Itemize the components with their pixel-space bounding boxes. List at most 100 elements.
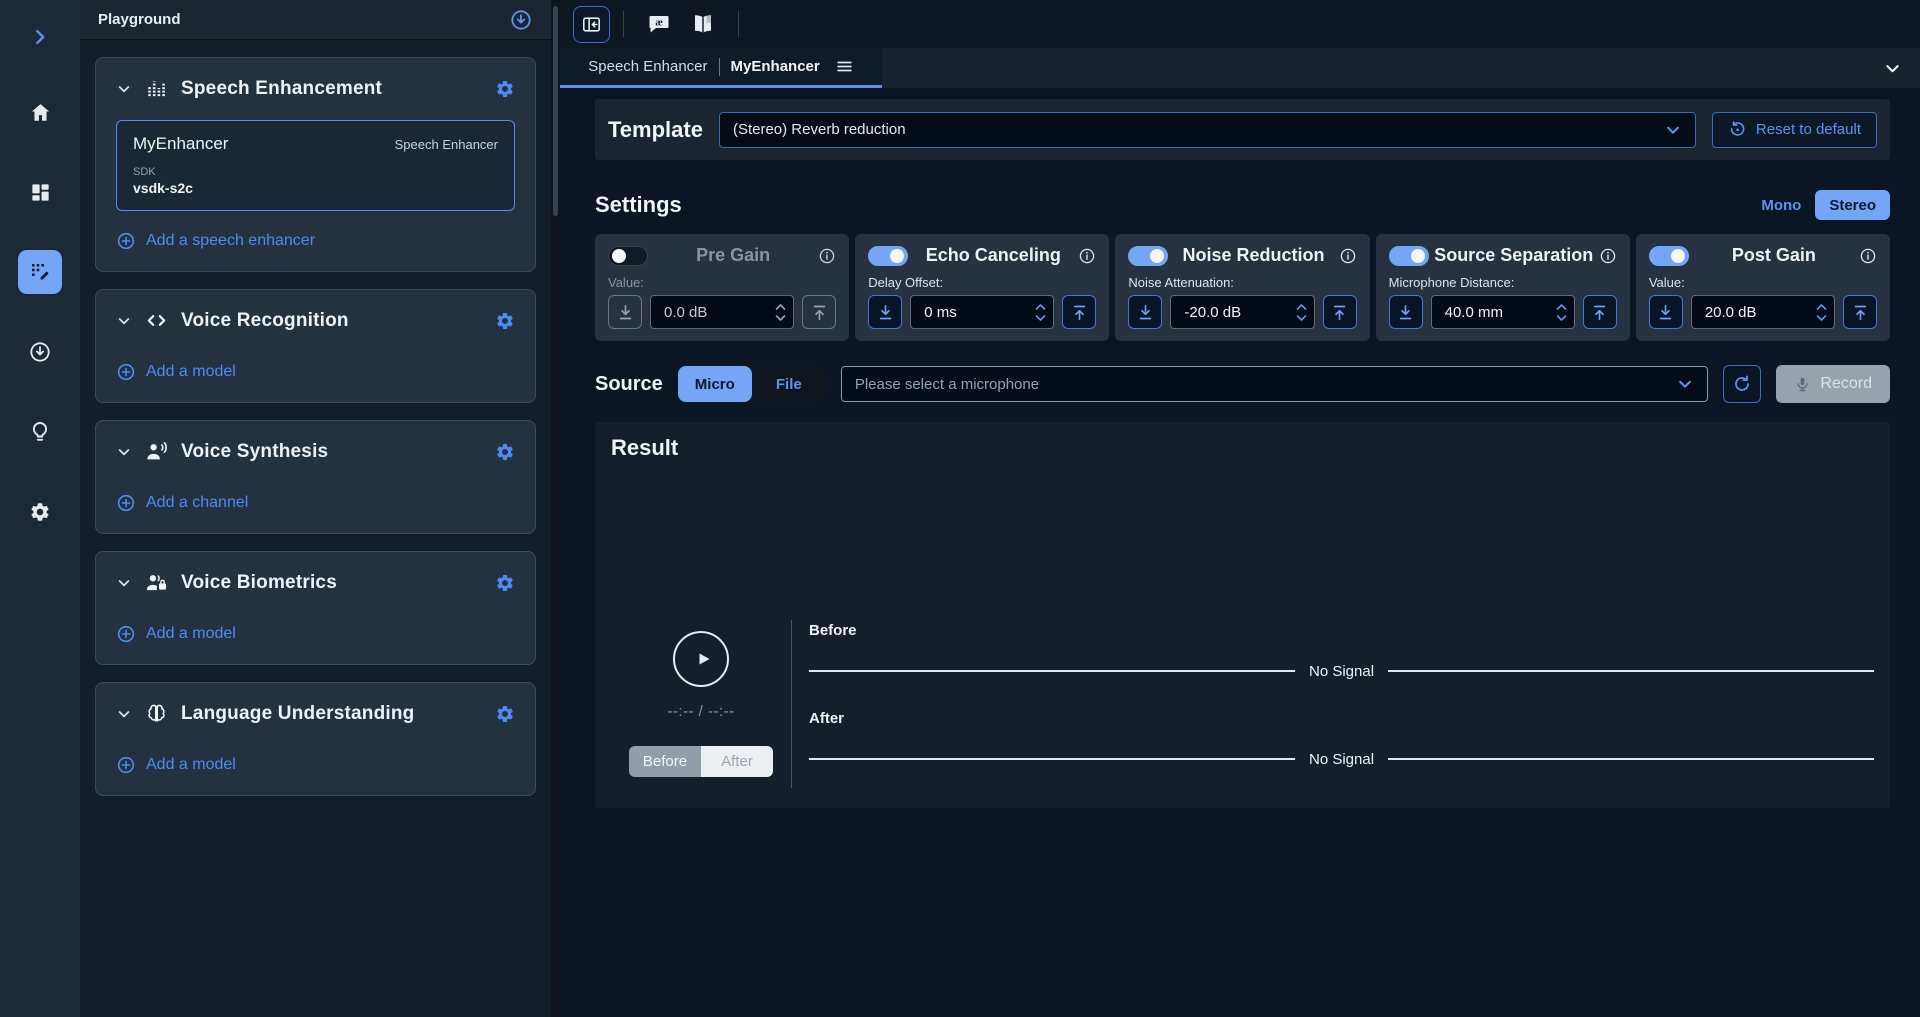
file-mode-button[interactable]: File: [752, 366, 826, 402]
tabbar-chevron-down-icon[interactable]: [1883, 59, 1902, 78]
info-icon[interactable]: [1599, 247, 1617, 265]
set-min-button[interactable]: [1128, 295, 1162, 329]
rail-item-downloads[interactable]: [18, 330, 62, 374]
add-model-button[interactable]: Add a model: [96, 739, 535, 795]
info-icon[interactable]: [1078, 247, 1096, 265]
playback-time: --:-- / --:--: [667, 703, 734, 720]
microphone-select[interactable]: Please select a microphone: [841, 366, 1709, 402]
info-icon[interactable]: [1339, 247, 1357, 265]
panel-scrollbar[interactable]: [551, 0, 560, 1017]
collapse-panel-button[interactable]: [573, 6, 610, 43]
stepper-down-icon[interactable]: [1555, 314, 1568, 323]
value-input[interactable]: 0.0 dB: [650, 295, 794, 329]
toggle-knob: [890, 249, 904, 263]
value-text: 40.0 mm: [1445, 304, 1555, 321]
section-title: Voice Synthesis: [181, 441, 482, 463]
add-channel-button[interactable]: Add a channel: [96, 477, 535, 533]
card-title: Pre Gain: [648, 245, 818, 266]
template-row: Template (Stereo) Reverb reduction Reset…: [595, 99, 1890, 160]
set-max-button[interactable]: [802, 295, 836, 329]
rail-item-settings[interactable]: [18, 490, 62, 534]
add-action-label: Add a model: [146, 756, 236, 774]
value-input[interactable]: 0 ms: [910, 295, 1054, 329]
value-text: 0.0 dB: [664, 304, 774, 321]
stepper-down-icon[interactable]: [1815, 314, 1828, 323]
tab-myenhancer[interactable]: Speech Enhancer MyEnhancer: [560, 48, 882, 88]
app-root: Playground Speech Enhancement MyEnhancer…: [0, 0, 1920, 1017]
section-gear-icon[interactable]: [495, 573, 515, 593]
playground-panel: Playground Speech Enhancement MyEnhancer…: [80, 0, 551, 1017]
value-input[interactable]: 20.0 dB: [1691, 295, 1835, 329]
card-noise-reduction: Noise Reduction Noise Attenuation: -20.0…: [1115, 234, 1369, 341]
section-gear-icon[interactable]: [495, 311, 515, 331]
stepper-up-icon[interactable]: [1555, 302, 1568, 311]
stereo-mode-button[interactable]: Stereo: [1815, 190, 1890, 220]
before-signal-status: No Signal: [1309, 663, 1374, 680]
play-icon: [691, 647, 715, 671]
value-input[interactable]: 40.0 mm: [1431, 295, 1575, 329]
set-max-button[interactable]: [1323, 295, 1357, 329]
stepper-down-icon[interactable]: [1295, 314, 1308, 323]
expand-sidebar-button[interactable]: [27, 24, 53, 50]
compare-after-button[interactable]: After: [701, 746, 773, 777]
rail-item-ideas[interactable]: [18, 410, 62, 454]
set-max-button[interactable]: [1843, 295, 1877, 329]
value-stepper: [1295, 302, 1308, 323]
set-min-button[interactable]: [1649, 295, 1683, 329]
refresh-devices-button[interactable]: [1723, 365, 1761, 403]
template-select[interactable]: (Stereo) Reverb reduction: [719, 112, 1696, 148]
rail-item-dashboard[interactable]: [18, 170, 62, 214]
scrollbar-thumb[interactable]: [553, 6, 558, 216]
section-header[interactable]: Voice Recognition: [96, 290, 535, 346]
play-button[interactable]: [673, 631, 729, 687]
source-separation-toggle[interactable]: [1389, 246, 1429, 266]
section-gear-icon[interactable]: [495, 442, 515, 462]
stepper-down-icon[interactable]: [1034, 314, 1047, 323]
micro-mode-button[interactable]: Micro: [678, 366, 752, 402]
reset-to-default-button[interactable]: Reset to default: [1712, 112, 1877, 148]
tab-menu-icon[interactable]: [835, 57, 854, 76]
compare-before-button[interactable]: Before: [629, 746, 701, 777]
tab-group-label: Speech Enhancer: [588, 58, 707, 75]
set-min-button[interactable]: [608, 295, 642, 329]
reset-icon: [1728, 120, 1747, 139]
pre-gain-toggle[interactable]: [608, 246, 648, 266]
section-gear-icon[interactable]: [495, 79, 515, 99]
echo-canceling-toggle[interactable]: [868, 246, 908, 266]
template-select-value: (Stereo) Reverb reduction: [733, 121, 1664, 138]
add-speech-enhancer-button[interactable]: Add a speech enhancer: [96, 215, 535, 271]
mono-mode-button[interactable]: Mono: [1747, 190, 1815, 220]
info-icon[interactable]: [818, 247, 836, 265]
stepper-up-icon[interactable]: [1034, 302, 1047, 311]
section-header[interactable]: Voice Synthesis: [96, 421, 535, 477]
add-model-button[interactable]: Add a model: [96, 608, 535, 664]
section-header[interactable]: Voice Biometrics: [96, 552, 535, 608]
section-header[interactable]: Speech Enhancement: [96, 58, 535, 114]
model-card-myenhancer[interactable]: MyEnhancer Speech Enhancer SDK vsdk-s2c: [116, 120, 515, 211]
value-input[interactable]: -20.0 dB: [1170, 295, 1314, 329]
post-gain-toggle[interactable]: [1649, 246, 1689, 266]
section-gear-icon[interactable]: [495, 704, 515, 724]
set-max-button[interactable]: [1062, 295, 1096, 329]
add-model-button[interactable]: Add a model: [96, 346, 535, 402]
field-label: Delay Offset:: [868, 275, 1096, 290]
rail-item-playground[interactable]: [18, 250, 62, 294]
rail-item-home[interactable]: [18, 90, 62, 134]
stepper-down-icon[interactable]: [774, 314, 787, 323]
info-icon[interactable]: [1859, 247, 1877, 265]
noise-reduction-toggle[interactable]: [1128, 246, 1168, 266]
value-text: -20.0 dB: [1184, 304, 1294, 321]
documentation-book-icon[interactable]: [691, 12, 715, 36]
set-min-button[interactable]: [868, 295, 902, 329]
set-max-button[interactable]: [1583, 295, 1617, 329]
stepper-up-icon[interactable]: [1295, 302, 1308, 311]
phoneme-chat-icon[interactable]: [647, 12, 671, 36]
chevron-down-icon: [116, 706, 132, 722]
set-min-button[interactable]: [1389, 295, 1423, 329]
toolbar-divider: [623, 11, 624, 37]
record-button[interactable]: Record: [1776, 365, 1890, 403]
export-download-icon[interactable]: [509, 8, 533, 32]
stepper-up-icon[interactable]: [774, 302, 787, 311]
section-header[interactable]: Language Understanding: [96, 683, 535, 739]
stepper-up-icon[interactable]: [1815, 302, 1828, 311]
